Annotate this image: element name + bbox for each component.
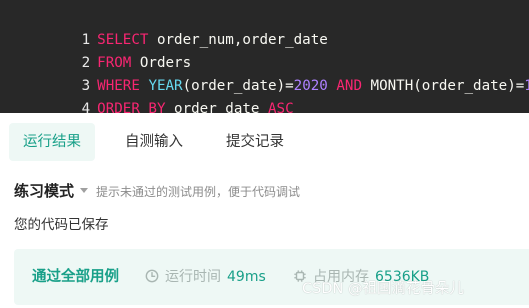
- chevron-down-icon[interactable]: [80, 188, 89, 193]
- code-token: 1: [524, 78, 529, 94]
- tab-custom-input[interactable]: 自测输入: [111, 123, 197, 161]
- mode-hint: 提示未通过的测试用例，便于代码调试: [96, 185, 301, 199]
- code-token: AND: [336, 78, 362, 94]
- watermark: CSDN @祖国滴花骨朵儿: [302, 281, 464, 297]
- tab-submit-history[interactable]: 提交记录: [212, 123, 298, 161]
- result-tabs: 运行结果 自测输入 提交记录: [0, 113, 529, 171]
- save-status: 您的代码已保存: [14, 217, 109, 233]
- code-token: MONTH(order_date)=: [362, 78, 525, 94]
- result-status: 通过全部用例: [32, 269, 119, 285]
- code-line-2: 2 FROM Orders: [0, 29, 192, 71]
- code-token: 2020: [293, 78, 328, 94]
- code-editor[interactable]: 1 SELECT order_num,order_date 2 FROM Order…: [0, 0, 529, 117]
- mode-selector[interactable]: 练习模式: [14, 182, 74, 200]
- runtime-label: 运行时间: [165, 269, 221, 285]
- code-line-1: 1 SELECT order_num,order_date: [0, 6, 328, 48]
- runtime-metric: 运行时间 49ms: [145, 267, 266, 287]
- code-line-4: 4 ORDER BY order_date ASC: [0, 75, 294, 117]
- clock-icon: [145, 269, 159, 283]
- tab-run-result[interactable]: 运行结果: [9, 123, 95, 161]
- runtime-value: 49ms: [227, 269, 266, 285]
- code-line-3: 3 WHERE YEAR(order_date)=2020 AND MONTH(o…: [0, 52, 529, 94]
- mode-row: 练习模式 提示未通过的测试用例，便于代码调试: [14, 180, 300, 202]
